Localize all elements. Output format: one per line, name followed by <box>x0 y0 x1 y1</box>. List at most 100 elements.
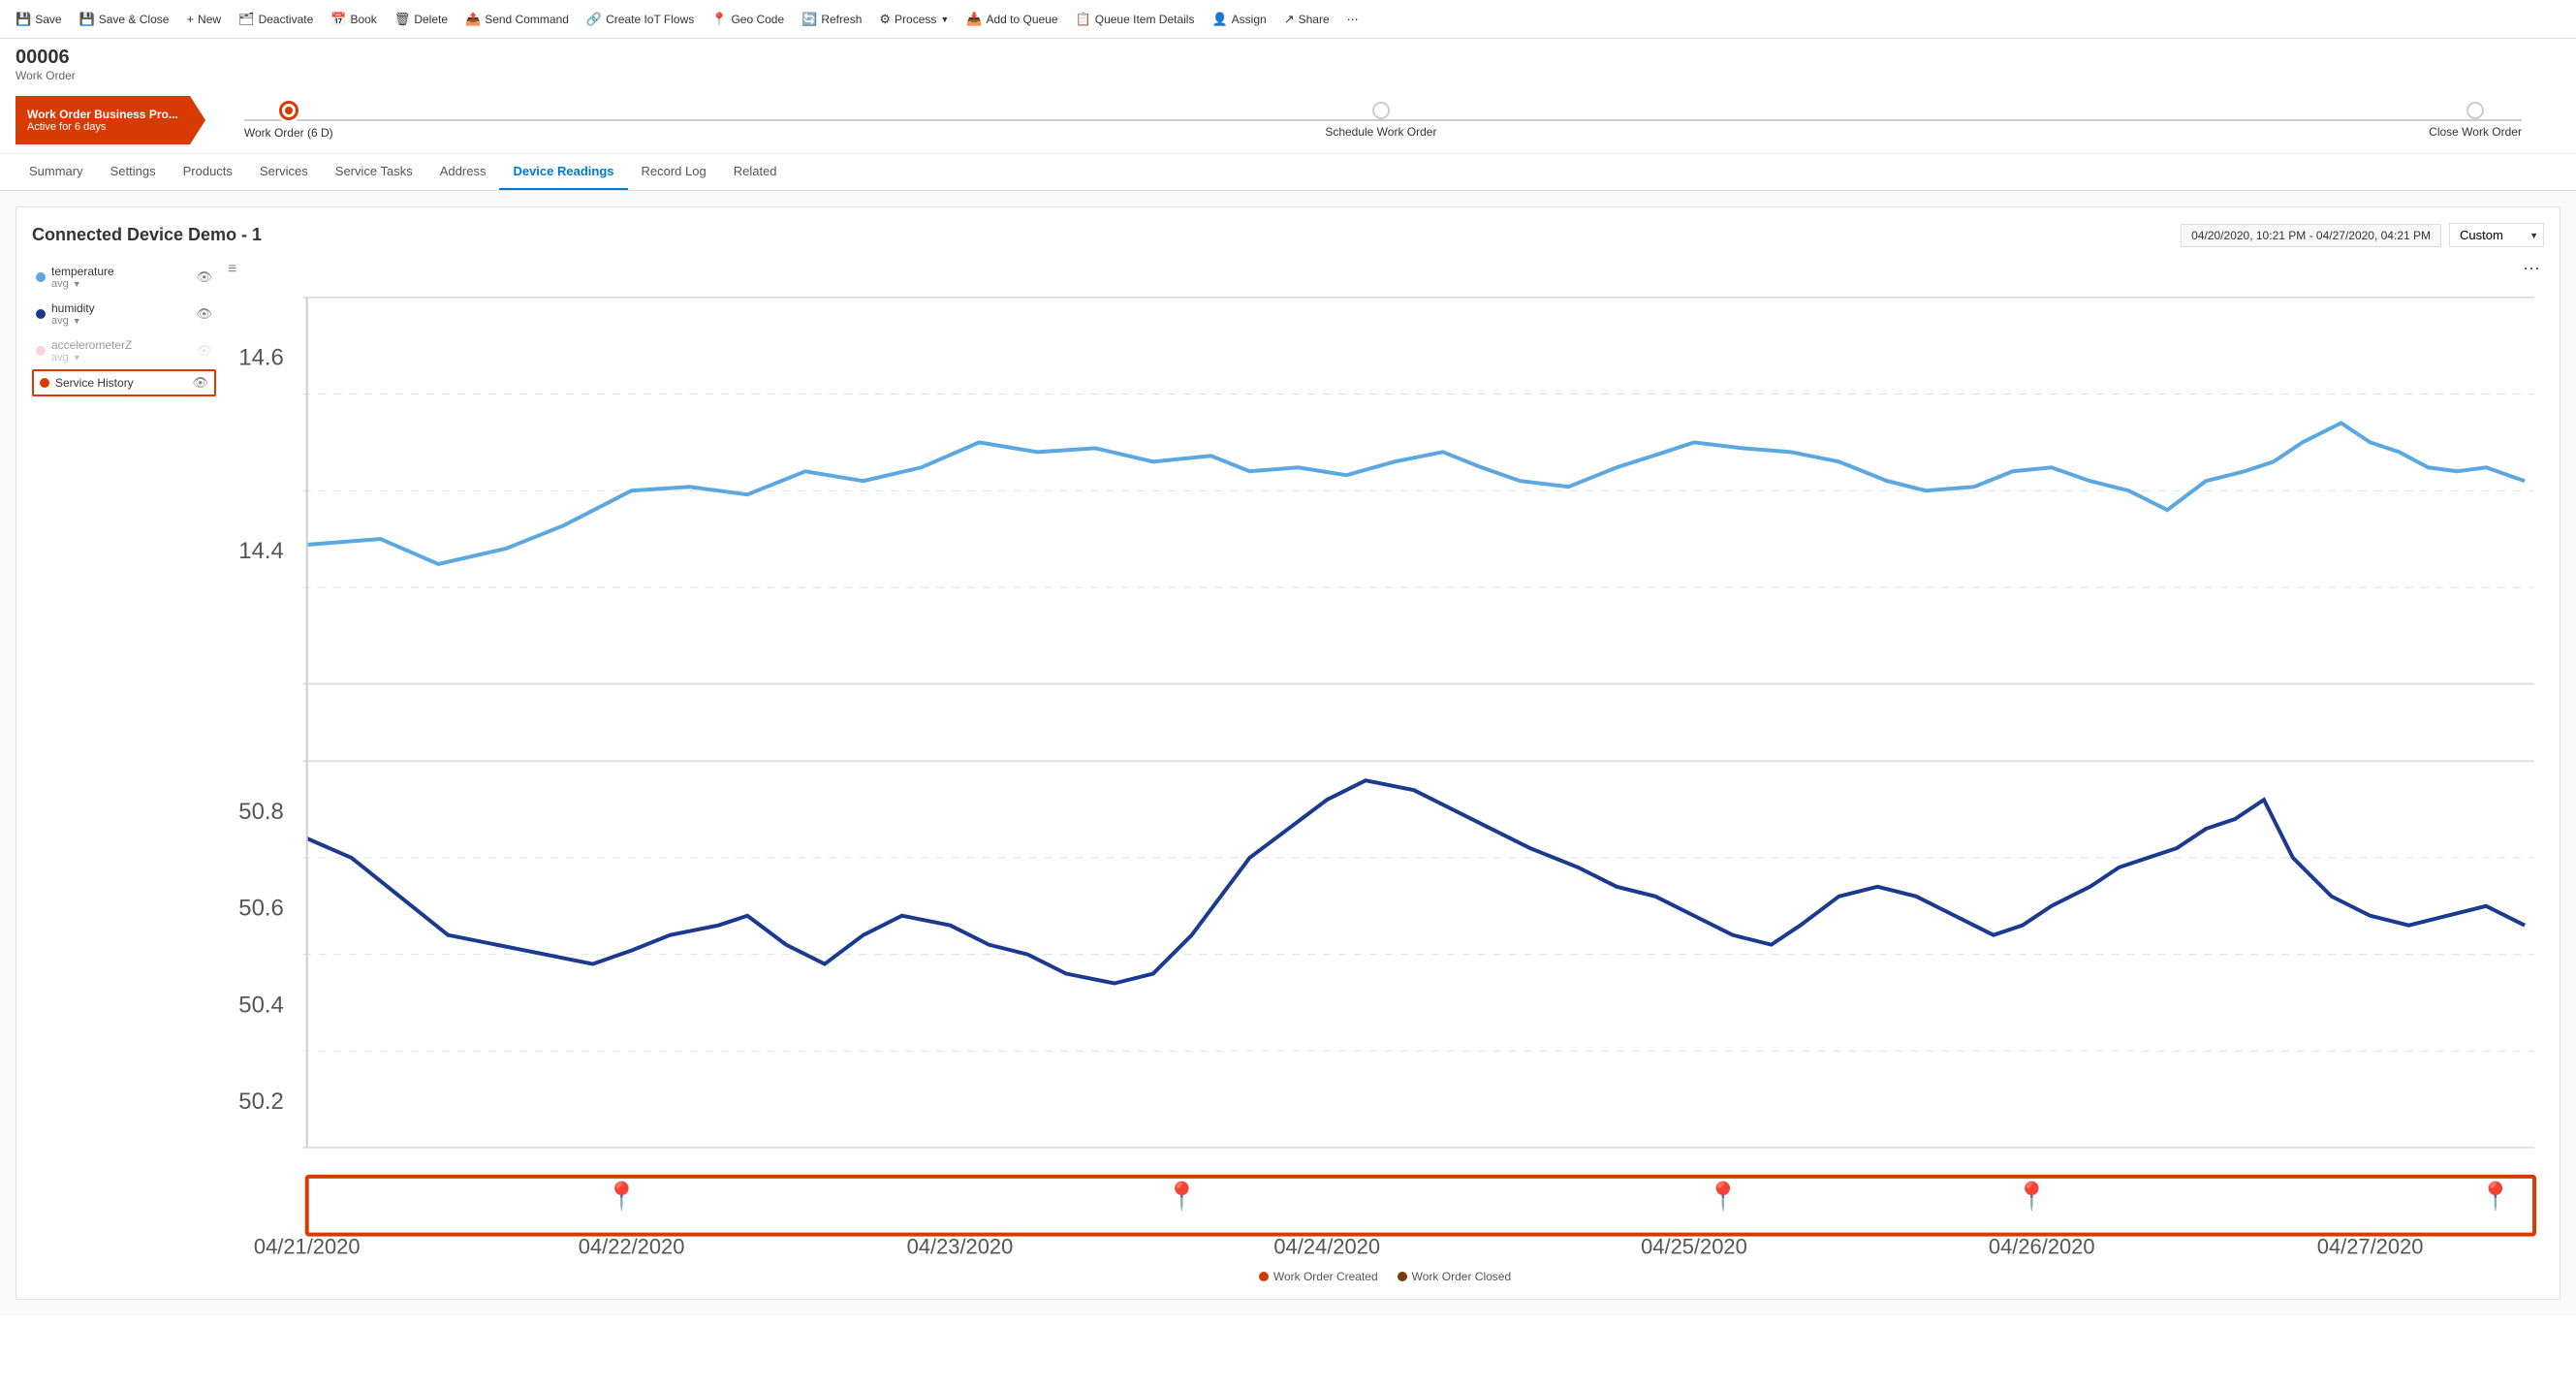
add-to-queue-button[interactable]: 📥 Add to Queue <box>958 8 1065 31</box>
save-close-button[interactable]: 💾 Save & Close <box>72 8 177 31</box>
save-close-icon: 💾 <box>79 12 95 27</box>
stage-bar: Work Order Business Pro... Active for 6 … <box>0 86 2576 154</box>
chart-panel: Connected Device Demo - 1 04/20/2020, 10… <box>16 206 2560 1300</box>
svg-text:50.4: 50.4 <box>238 992 284 1018</box>
svg-text:50.6: 50.6 <box>238 896 284 922</box>
humidity-line <box>307 780 2525 983</box>
accelerometerz-label: accelerometerZ <box>51 338 132 352</box>
time-select[interactable]: Custom Last Hour Last Day Last Week <box>2449 223 2544 247</box>
refresh-icon: 🔄 <box>801 12 817 27</box>
chart-inner: ≡ ⋯ 14.6 14.4 <box>226 259 2544 1264</box>
stage-node-3[interactable]: Close Work Order <box>2429 102 2522 139</box>
process-icon: ⚙ <box>879 12 891 27</box>
progress-track: Work Order (6 D) Schedule Work Order Clo… <box>205 101 2560 140</box>
svg-text:📍: 📍 <box>2479 1181 2513 1213</box>
closed-label: Work Order Closed <box>1412 1270 1511 1283</box>
send-command-button[interactable]: 📤 Send Command <box>457 8 577 31</box>
svg-text:📍: 📍 <box>605 1181 639 1213</box>
svg-text:50.2: 50.2 <box>238 1088 284 1115</box>
legend-service-history[interactable]: Service History 👁 <box>32 369 216 396</box>
assign-icon: 👤 <box>1211 12 1227 27</box>
closed-dot <box>1398 1272 1407 1281</box>
stage-node-1[interactable]: Work Order (6 D) <box>244 101 333 140</box>
service-history-dot <box>40 378 49 388</box>
time-select-wrapper: Custom Last Hour Last Day Last Week <box>2449 223 2544 247</box>
process-chevron-icon: ▼ <box>940 15 949 24</box>
legend-humidity[interactable]: humidity avg ▼ 👁 <box>32 296 216 332</box>
svg-text:04/24/2020: 04/24/2020 <box>1273 1235 1380 1259</box>
tab-settings[interactable]: Settings <box>97 154 170 190</box>
temperature-eye-icon[interactable]: 👁 <box>196 269 212 285</box>
tab-services[interactable]: Services <box>246 154 322 190</box>
accelerometerz-sublabel: avg ▼ <box>51 352 132 363</box>
add-queue-icon: 📥 <box>966 12 982 27</box>
geo-code-icon: 📍 <box>711 12 727 27</box>
share-button[interactable]: ↗ Share <box>1276 8 1337 31</box>
humidity-dot <box>36 309 46 319</box>
stage-label-1: Work Order (6 D) <box>244 126 333 140</box>
svg-text:04/25/2020: 04/25/2020 <box>1641 1235 1747 1259</box>
process-button[interactable]: ⚙ Process ▼ <box>871 8 957 31</box>
new-button[interactable]: + New <box>178 8 229 30</box>
svg-text:📍: 📍 <box>2015 1181 2049 1213</box>
stage-label-2: Schedule Work Order <box>1325 125 1436 139</box>
chart-controls: 04/20/2020, 10:21 PM - 04/27/2020, 04:21… <box>2181 223 2544 247</box>
accelerometerz-chevron-icon: ▼ <box>73 353 81 363</box>
created-label: Work Order Created <box>1273 1270 1378 1283</box>
tab-summary[interactable]: Summary <box>16 154 97 190</box>
active-stage-badge[interactable]: Work Order Business Pro... Active for 6 … <box>16 96 190 144</box>
main-chart-svg: 14.6 14.4 50.8 50.6 50.4 <box>226 259 2544 1264</box>
temperature-chevron-icon: ▼ <box>73 279 81 289</box>
page-header: 00006 Work Order <box>0 39 2576 86</box>
tab-device-readings[interactable]: Device Readings <box>499 154 627 190</box>
stage-circle-3 <box>2466 102 2484 119</box>
save-button[interactable]: 💾 Save <box>8 8 70 31</box>
chart-area: ≡ ⋯ 14.6 14.4 <box>226 259 2544 1283</box>
deactivate-icon: 🗂 <box>238 12 255 27</box>
tab-address[interactable]: Address <box>426 154 500 190</box>
temperature-sublabel: avg ▼ <box>51 278 114 290</box>
legend-temperature[interactable]: temperature avg ▼ 👁 <box>32 259 216 296</box>
legend-accelerometerz[interactable]: accelerometerZ avg ▼ 👁 <box>32 332 216 369</box>
humidity-chevron-icon: ▼ <box>73 316 81 326</box>
tab-products[interactable]: Products <box>170 154 246 190</box>
stage-node-2[interactable]: Schedule Work Order <box>1325 102 1436 139</box>
tab-service-tasks[interactable]: Service Tasks <box>322 154 426 190</box>
service-history-label: Service History <box>55 376 134 390</box>
chart-legend: temperature avg ▼ 👁 humidity <box>32 259 226 1283</box>
chart-title: Connected Device Demo - 1 <box>32 225 262 245</box>
stage-label-3: Close Work Order <box>2429 125 2522 139</box>
legend-entry-closed: Work Order Closed <box>1398 1270 1511 1283</box>
queue-details-icon: 📋 <box>1076 12 1091 27</box>
more-icon: ⋯ <box>1347 13 1359 26</box>
geo-code-button[interactable]: 📍 Geo Code <box>704 8 792 31</box>
date-range-display: 04/20/2020, 10:21 PM - 04/27/2020, 04:21… <box>2181 224 2441 247</box>
tab-record-log[interactable]: Record Log <box>628 154 720 190</box>
svg-text:04/26/2020: 04/26/2020 <box>1989 1235 2095 1259</box>
layers-icon-button[interactable]: ≡ <box>228 261 236 278</box>
temperature-line <box>307 423 2525 564</box>
refresh-button[interactable]: 🔄 Refresh <box>794 8 869 31</box>
tab-related[interactable]: Related <box>720 154 791 190</box>
send-command-icon: 📤 <box>465 12 481 27</box>
accelerometerz-eye-icon[interactable]: 👁 <box>196 343 212 359</box>
queue-item-details-button[interactable]: 📋 Queue Item Details <box>1068 8 1203 31</box>
delete-button[interactable]: 🗑 Delete <box>387 8 456 31</box>
created-dot <box>1259 1272 1269 1281</box>
book-button[interactable]: 📅 Book <box>323 8 385 31</box>
temperature-dot <box>36 272 46 282</box>
create-iot-flows-button[interactable]: 🔗 Create IoT Flows <box>579 8 702 31</box>
svg-text:04/27/2020: 04/27/2020 <box>2317 1235 2424 1259</box>
assign-button[interactable]: 👤 Assign <box>1204 8 1273 31</box>
svg-text:📍: 📍 <box>1165 1181 1199 1213</box>
svg-text:04/23/2020: 04/23/2020 <box>907 1235 1014 1259</box>
humidity-eye-icon[interactable]: 👁 <box>196 306 212 322</box>
stage-badge-label: Work Order Business Pro... <box>27 108 178 121</box>
service-history-eye-icon[interactable]: 👁 <box>192 375 208 391</box>
iot-flows-icon: 🔗 <box>586 12 602 27</box>
chart-more-button[interactable]: ⋯ <box>2519 259 2544 279</box>
record-type: Work Order <box>16 69 2560 82</box>
delete-icon: 🗑 <box>394 12 411 27</box>
more-button[interactable]: ⋯ <box>1339 9 1367 30</box>
deactivate-button[interactable]: 🗂 Deactivate <box>231 8 321 31</box>
